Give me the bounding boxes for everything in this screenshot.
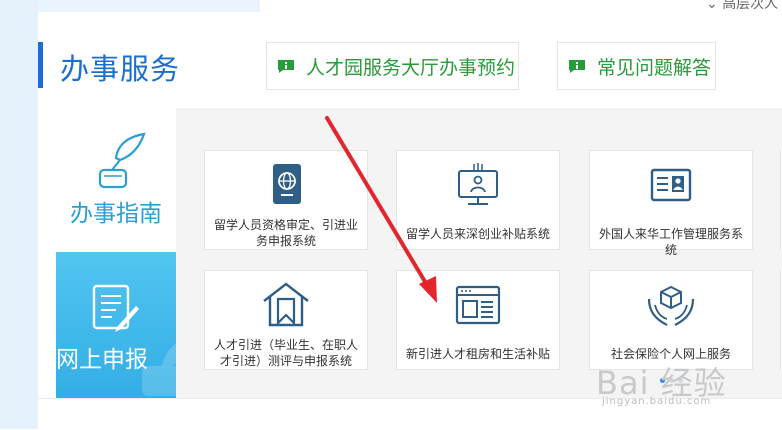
- webpage-icon: [455, 285, 501, 325]
- carousel-pagination[interactable]: [660, 378, 683, 383]
- top-panel: [38, 0, 260, 12]
- ink-watermark-icon: [142, 343, 176, 396]
- house-bookmark-icon: [263, 282, 309, 327]
- footer-area: [38, 398, 782, 430]
- document-pen-icon: [92, 284, 139, 332]
- service-card-talent-introduction[interactable]: 人才引进（毕业生、在职人才引进）测评与申报系统: [204, 270, 368, 370]
- service-card-label: 外国人来华工作管理服务系统: [598, 227, 743, 257]
- id-card-icon: [650, 168, 692, 202]
- appointment-button[interactable]: 人才园服务大厅办事预约: [266, 42, 519, 90]
- quill-ink-icon: [98, 132, 146, 189]
- hands-box-icon: [647, 285, 695, 326]
- chevron-down-icon: ⌄: [706, 0, 723, 12]
- service-card-label: 新引进人才租房和生活补贴: [405, 347, 550, 361]
- service-card-label: 社会保险个人网上服务: [610, 347, 731, 361]
- section-title-accent: [38, 42, 43, 88]
- service-card-label: 留学人员资格审定、引进业务申报系统: [213, 218, 358, 248]
- carousel-dot[interactable]: [678, 378, 683, 383]
- chat-bubble-icon: [569, 59, 585, 73]
- service-card-foreigner-work[interactable]: 外国人来华工作管理服务系统: [589, 150, 753, 257]
- left-background-strip: [0, 0, 38, 429]
- monitor-person-icon: [458, 163, 498, 205]
- carousel-dot[interactable]: [669, 378, 674, 383]
- tab-guide-label: 办事指南: [70, 201, 162, 227]
- service-card-social-insurance[interactable]: 社会保险个人网上服务: [589, 270, 753, 370]
- service-card-housing-subsidy[interactable]: 新引进人才租房和生活补贴: [396, 270, 560, 370]
- service-card-study-abroad-qualification[interactable]: 留学人员资格审定、引进业务申报系统: [204, 150, 368, 250]
- faq-button[interactable]: 常见问题解答: [557, 42, 716, 90]
- passport-icon: [273, 164, 301, 204]
- carousel-dot[interactable]: [660, 378, 665, 383]
- top-link[interactable]: ⌄ 高层次人: [706, 0, 778, 13]
- service-card-label: 人才引进（毕业生、在职人才引进）测评与申报系统: [213, 338, 358, 368]
- tab-guide[interactable]: 办事指南: [56, 108, 176, 252]
- chat-bubble-icon: [278, 59, 294, 73]
- tab-online-apply[interactable]: 网上申报: [56, 252, 176, 398]
- service-card-startup-subsidy[interactable]: 留学人员来深创业补贴系统: [396, 150, 560, 250]
- service-card-label: 留学人员来深创业补贴系统: [405, 227, 550, 241]
- section-title: 办事服务: [60, 52, 181, 86]
